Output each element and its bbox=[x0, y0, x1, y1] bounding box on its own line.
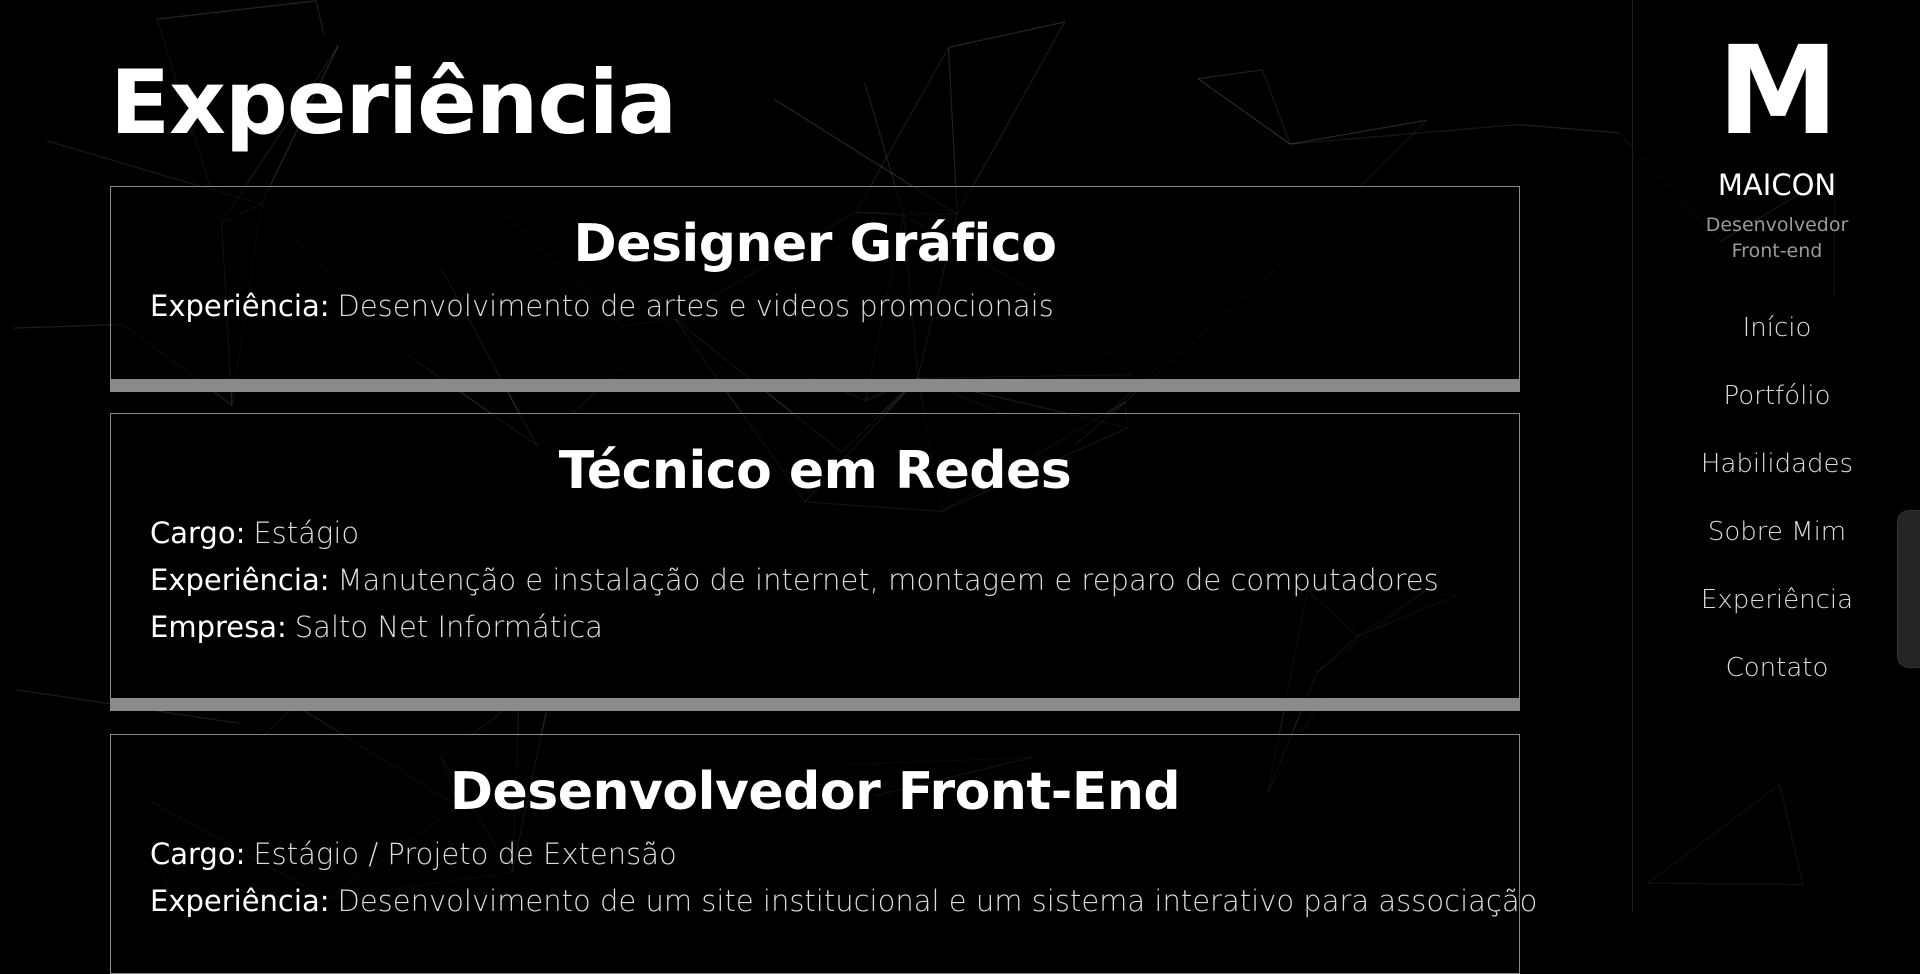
author-role-line-2: Front-end bbox=[1731, 240, 1823, 262]
field-value: Desenvolvimento de artes e videos promoc… bbox=[337, 289, 1054, 324]
author-role: Desenvolvedor Front-end bbox=[1633, 212, 1920, 264]
experience-card-designer: Designer Gráfico Experiência: Desenvolvim… bbox=[110, 186, 1520, 380]
experience-field: Experiência: Desenvolvimento de artes e v… bbox=[111, 283, 1519, 330]
scrollbar-thumb[interactable] bbox=[1897, 510, 1920, 668]
nav-item-portfolio[interactable]: Portfólio bbox=[1633, 362, 1920, 430]
experience-field: Experiência: Desenvolvimento de um site i… bbox=[111, 878, 1537, 925]
experience-title: Técnico em Redes bbox=[558, 441, 1072, 501]
field-label: Empresa: bbox=[150, 610, 287, 645]
page-title: Experiência bbox=[110, 51, 677, 154]
experience-title: Designer Gráfico bbox=[573, 214, 1057, 274]
author-role-line-1: Desenvolvedor bbox=[1705, 214, 1849, 236]
experience-title: Desenvolvedor Front-End bbox=[449, 762, 1181, 822]
nav-item-experiencia[interactable]: Experiência bbox=[1633, 566, 1920, 634]
nav-item-habilidades[interactable]: Habilidades bbox=[1633, 430, 1920, 498]
experience-field: Cargo: Estágio bbox=[111, 510, 1519, 557]
nav-item-contato[interactable]: Contato bbox=[1633, 634, 1920, 702]
experience-field: Cargo: Estágio / Projeto de Extensão bbox=[111, 831, 1519, 878]
field-label: Cargo: bbox=[150, 837, 246, 872]
experience-field: Empresa: Salto Net Informática bbox=[111, 604, 1519, 651]
card-separator-bar bbox=[110, 380, 1520, 392]
field-label: Experiência: bbox=[150, 563, 330, 598]
sidebar: M MAICON Desenvolvedor Front-end Início … bbox=[1632, 0, 1920, 912]
field-value: Estágio bbox=[253, 516, 360, 551]
field-value: Estágio / Projeto de Extensão bbox=[253, 837, 677, 872]
field-value: Salto Net Informática bbox=[294, 610, 603, 645]
field-value: Desenvolvimento de um site institucional… bbox=[337, 884, 1538, 919]
field-label: Cargo: bbox=[150, 516, 246, 551]
field-value: Manutenção e instalação de internet, mon… bbox=[337, 563, 1439, 598]
card-separator-bar bbox=[110, 699, 1520, 711]
field-label: Experiência: bbox=[150, 289, 330, 324]
experience-field: Experiência: Manutenção e instalação de i… bbox=[111, 557, 1519, 604]
author-name: MAICON bbox=[1717, 168, 1837, 202]
main-content: Experiência Designer Gráfico Experiência… bbox=[0, 0, 1632, 974]
experience-card-redes: Técnico em Redes Cargo: Estágio Experiênc… bbox=[110, 413, 1520, 699]
experience-card-frontend: Desenvolvedor Front-End Cargo: Estágio / … bbox=[110, 734, 1537, 974]
nav-item-sobre-mim[interactable]: Sobre Mim bbox=[1633, 498, 1920, 566]
sidebar-nav: Início Portfólio Habilidades Sobre Mim E… bbox=[1633, 294, 1920, 702]
field-label: Experiência: bbox=[150, 884, 330, 919]
nav-item-inicio[interactable]: Início bbox=[1633, 294, 1920, 362]
logo-letter[interactable]: M bbox=[1633, 30, 1920, 152]
